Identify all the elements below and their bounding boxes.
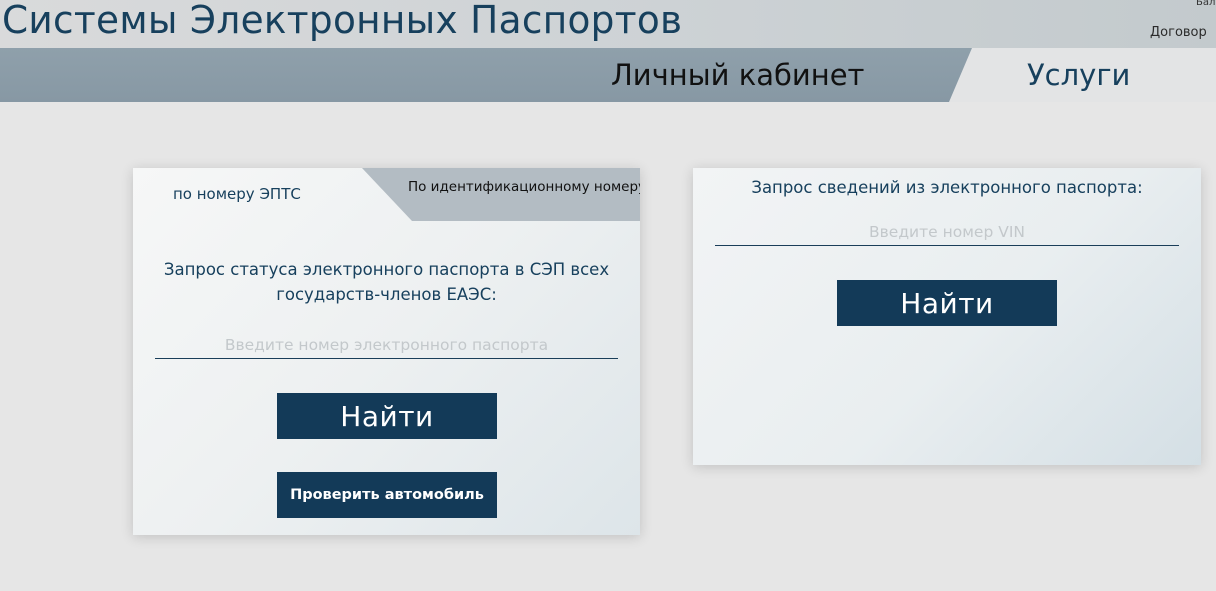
main-nav: Личный кабинет Услуги: [0, 48, 1216, 102]
passport-number-input[interactable]: [155, 331, 618, 359]
passport-status-panel: по номеру ЭПТС По идентификационному ном…: [133, 168, 640, 535]
tab-by-epts-number[interactable]: по номеру ЭПТС: [173, 185, 301, 203]
passport-info-heading: Запрос сведений из электронного паспорта…: [751, 178, 1143, 197]
passport-status-heading: Запрос статуса электронного паспорта в С…: [163, 260, 610, 304]
balance-label[interactable]: Бал: [1196, 0, 1215, 8]
vin-input[interactable]: [715, 218, 1179, 246]
contract-link[interactable]: Договор: [1150, 25, 1207, 40]
nav-personal-cabinet[interactable]: Личный кабинет: [611, 58, 864, 92]
nav-services[interactable]: Услуги: [1027, 58, 1130, 92]
check-car-button[interactable]: Проверить автомобиль: [277, 472, 497, 518]
find-vin-button[interactable]: Найти: [837, 280, 1057, 326]
top-header: Системы Электронных Паспортов Бал Догово…: [0, 0, 1216, 48]
find-passport-button[interactable]: Найти: [277, 393, 497, 439]
site-title: Системы Электронных Паспортов: [2, 0, 683, 42]
tab-by-identification-number[interactable]: По идентификационному номеру: [362, 168, 640, 221]
passport-info-panel: Запрос сведений из электронного паспорта…: [693, 168, 1201, 465]
tab-by-identification-number-label: По идентификационному номеру: [407, 179, 647, 195]
